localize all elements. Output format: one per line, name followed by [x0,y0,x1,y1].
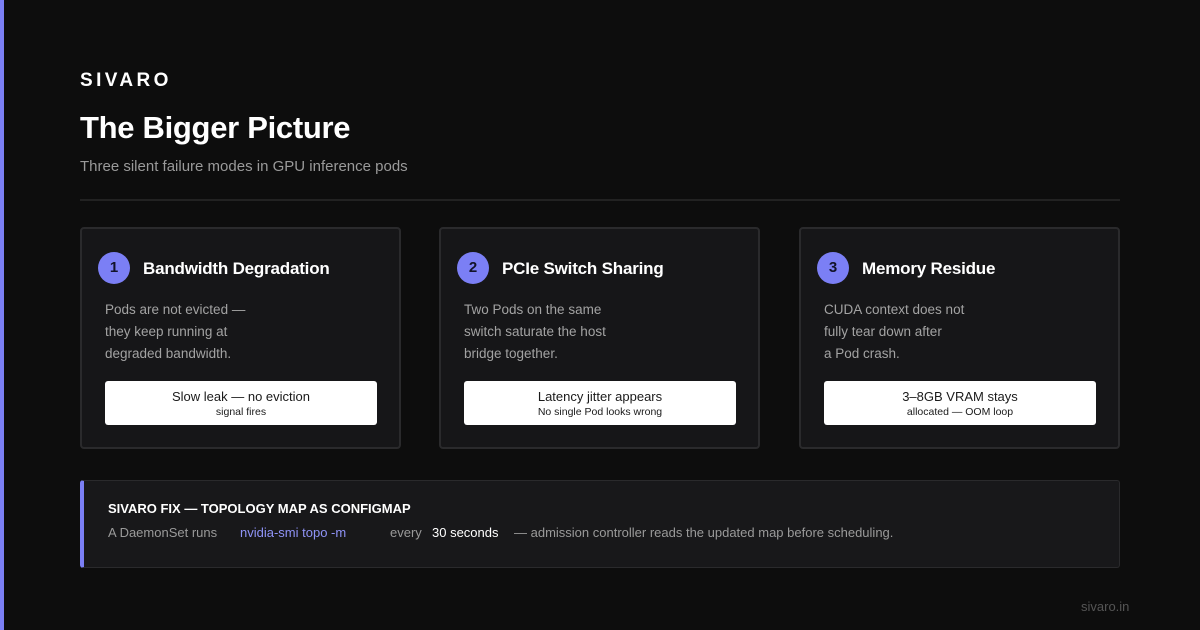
left-accent-bar [0,0,4,630]
page-title: The Bigger Picture [80,110,351,145]
card-description-line: degraded bandwidth. [105,346,232,361]
pill-main-text: Slow leak — no eviction [171,389,310,404]
pill-sub-text: signal fires [215,406,267,418]
card-symptom-pill: Slow leak — no eviction signal fires [105,381,377,425]
footer-url: sivaro.in [1081,599,1130,614]
pill-sub-text: allocated — OOM loop [906,406,1014,418]
fix-callout: SIVARO FIX — TOPOLOGY MAP AS CONFIGMAP A… [80,480,1120,568]
fix-text-intro: A DaemonSet runs [108,525,218,540]
card-number-badge: 2 [457,252,489,284]
fix-title: SIVARO FIX — TOPOLOGY MAP AS CONFIGMAP [108,501,411,516]
fix-command: nvidia-smi topo -m [240,525,347,540]
card-title: Memory Residue [862,259,996,278]
card-title: PCIe Switch Sharing [502,259,664,278]
fix-text-every: every [390,525,422,540]
pill-main-text: 3–8GB VRAM stays [902,389,1018,404]
failure-mode-cards: 1 Bandwidth Degradation Pods are not evi… [80,227,1120,449]
card-description: CUDA context does not fully tear down af… [824,299,1084,365]
card-description-line: bridge together. [464,346,558,361]
card-symptom-pill: Latency jitter appears No single Pod loo… [464,381,736,425]
card-description: Two Pods on the same switch saturate the… [464,299,724,365]
card-symptom-pill: 3–8GB VRAM stays allocated — OOM loop [824,381,1096,425]
card-description-line: CUDA context does not [824,302,965,317]
pill-sub-text: No single Pod looks wrong [537,406,663,418]
card-description-line: switch saturate the host [464,324,606,339]
card-description-line: fully tear down after [824,324,942,339]
failure-card-pcie: 2 PCIe Switch Sharing Two Pods on the sa… [439,227,760,449]
header-divider [80,199,1120,201]
fix-interval: 30 seconds [432,525,499,540]
card-description-line: Pods are not evicted — [105,302,246,317]
card-description-line: Two Pods on the same [464,302,602,317]
card-title: Bandwidth Degradation [143,259,330,278]
failure-card-memory: 3 Memory Residue CUDA context does not f… [799,227,1120,449]
failure-card-bandwidth: 1 Bandwidth Degradation Pods are not evi… [80,227,401,449]
card-description: Pods are not evicted — they keep running… [105,299,365,365]
card-description-line: a Pod crash. [824,346,900,361]
brand-logo: SIVARO [80,70,172,91]
card-number-badge: 3 [817,252,849,284]
page-subtitle: Three silent failure modes in GPU infere… [80,158,408,175]
card-description-line: they keep running at [105,324,228,339]
card-number-badge: 1 [98,252,130,284]
pill-main-text: Latency jitter appears [537,389,663,404]
fix-description: A DaemonSet runs nvidia-smi topo -m ever… [108,525,1119,543]
fix-text-outro: — admission controller reads the updated… [514,525,894,540]
